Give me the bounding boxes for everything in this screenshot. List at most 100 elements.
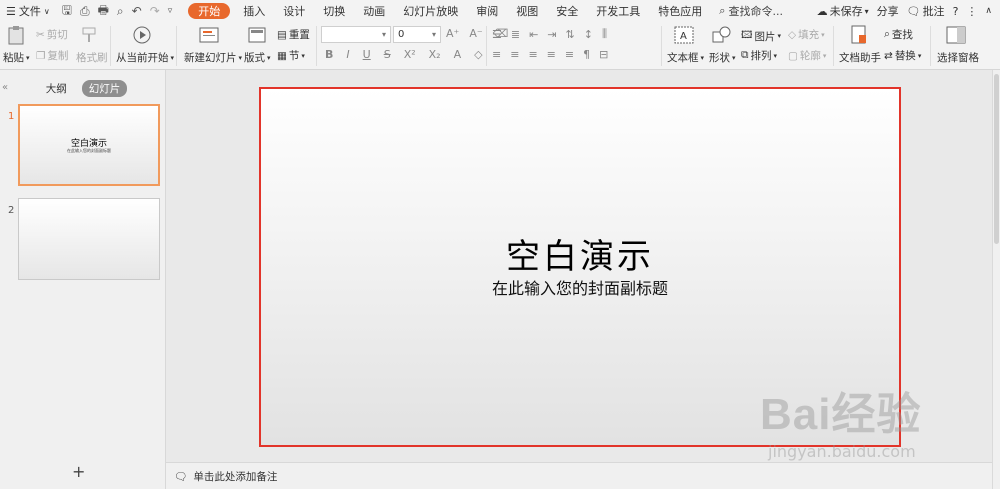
textbox-icon[interactable]: A xyxy=(673,24,695,46)
tab-home[interactable]: 开始 xyxy=(188,3,231,19)
tab-slideshow[interactable]: 幻灯片放映 xyxy=(394,0,467,22)
cut-button[interactable]: ✂ 剪切 xyxy=(36,27,68,42)
section-button[interactable]: ▦ 节 ▾ xyxy=(277,48,305,63)
command-search[interactable]: ⌕ 查找命令... xyxy=(719,3,783,19)
comment-button[interactable]: 🗨 批注 xyxy=(907,3,945,19)
bullets-icon[interactable]: ☰ xyxy=(492,28,502,41)
outline-button[interactable]: ▢ 轮廓 ▾ xyxy=(788,48,826,63)
decrease-font-icon[interactable]: A⁻ xyxy=(469,27,482,40)
doc-assistant-button[interactable]: 文档助手 xyxy=(839,50,881,65)
increase-font-icon[interactable]: A⁺ xyxy=(446,27,459,40)
panel-tabs: 大纲 幻灯片 xyxy=(0,80,166,97)
selection-pane-icon[interactable] xyxy=(945,24,967,46)
reset-button[interactable]: ▤ 重置 xyxy=(277,27,310,42)
align-left-icon[interactable]: ≡ xyxy=(492,48,501,61)
layout-icon[interactable] xyxy=(246,24,268,46)
distributed-icon[interactable]: ≡ xyxy=(565,48,574,61)
text-direction-icon[interactable]: ⇅ xyxy=(566,28,575,41)
strikethrough-icon[interactable]: S xyxy=(384,48,391,61)
superscript-icon[interactable]: X² xyxy=(404,48,416,61)
slide-subtitle[interactable]: 在此输入您的封面副标题 xyxy=(261,275,899,299)
paste-icon[interactable] xyxy=(5,24,27,46)
help-button[interactable]: ? xyxy=(953,5,959,18)
doc-assistant-icon[interactable] xyxy=(848,24,870,46)
slide-thumbnail[interactable] xyxy=(18,198,160,280)
preview-icon[interactable]: ⌕ xyxy=(117,4,124,19)
file-menu[interactable]: ☰ 文件 ∨ xyxy=(0,0,56,22)
layout-button[interactable]: 版式 ▾ xyxy=(244,50,271,65)
tab-special[interactable]: 特色应用 xyxy=(649,0,711,22)
subscript-icon[interactable]: X₂ xyxy=(429,48,441,61)
font-color-icon[interactable]: A xyxy=(454,48,462,61)
add-slide-button[interactable]: + xyxy=(72,462,85,481)
collapse-ribbon-icon[interactable]: ∧ xyxy=(985,6,992,16)
new-slide-icon[interactable] xyxy=(198,24,220,46)
cut-label: 剪切 xyxy=(46,29,68,41)
slide-number: 2 xyxy=(8,205,15,216)
more-options-icon[interactable]: ⋮ xyxy=(966,5,977,18)
highlight-icon[interactable]: ◇ xyxy=(474,48,482,61)
slide-thumbnail[interactable]: 空白演示 在此输入您的封面副标题 xyxy=(18,104,160,186)
tab-slides[interactable]: 幻灯片 xyxy=(81,80,128,97)
scrollbar-thumb[interactable] xyxy=(994,74,999,244)
tab-developer[interactable]: 开发工具 xyxy=(587,0,649,22)
play-icon[interactable] xyxy=(131,24,153,46)
tab-design[interactable]: 设计 xyxy=(274,0,314,22)
notes-bar[interactable]: 🗨 单击此处添加备注 xyxy=(166,462,992,489)
slide-canvas: 空白演示 在此输入您的封面副标题 xyxy=(166,70,992,462)
increase-indent-icon[interactable]: ⇥ xyxy=(547,28,556,41)
print-icon[interactable]: 🖶 xyxy=(98,1,109,22)
from-current-button[interactable]: 从当前开始 ▾ xyxy=(116,50,174,65)
redo-icon[interactable]: ↷ xyxy=(150,4,160,18)
replace-button[interactable]: ⇄ 替换 ▾ xyxy=(884,48,921,63)
shapes-button[interactable]: 形状 ▾ xyxy=(709,50,736,65)
unsaved-label: 未保存 xyxy=(829,5,863,18)
tab-transitions[interactable]: 切换 xyxy=(314,0,354,22)
shapes-icon[interactable] xyxy=(711,24,733,46)
align-right-icon[interactable]: ≡ xyxy=(528,48,537,61)
tab-insert[interactable]: 插入 xyxy=(234,0,274,22)
tab-outline[interactable]: 大纲 xyxy=(39,80,74,97)
numbering-icon[interactable]: ≣ xyxy=(511,28,520,41)
tab-animations[interactable]: 动画 xyxy=(354,0,394,22)
command-search-label: 查找命令... xyxy=(728,5,783,18)
underline-icon[interactable]: U xyxy=(363,48,371,61)
tab-view[interactable]: 视图 xyxy=(507,0,547,22)
decrease-indent-icon[interactable]: ⇤ xyxy=(529,28,538,41)
vertical-scrollbar[interactable] xyxy=(992,70,1000,489)
format-painter-icon[interactable] xyxy=(78,24,100,46)
line-spacing-icon[interactable]: ↕ xyxy=(584,28,593,41)
picture-button[interactable]: 🖾 图片 ▾ xyxy=(741,27,781,45)
tab-security[interactable]: 安全 xyxy=(547,0,587,22)
format-painter-label: 格式刷 xyxy=(76,52,108,64)
justify-icon[interactable]: ≡ xyxy=(547,48,556,61)
separator xyxy=(110,26,111,66)
align-text-icon[interactable]: ⊟ xyxy=(599,48,608,61)
arrange-button[interactable]: ⧉ 排列 ▾ xyxy=(741,48,777,63)
copy-button[interactable]: ❐ 复制 xyxy=(36,48,68,63)
font-size-select[interactable]: 0 ▾ xyxy=(393,26,441,43)
columns-icon[interactable]: ⫼ xyxy=(602,27,607,41)
share-button[interactable]: 分享 xyxy=(877,3,899,19)
find-label: 查找 xyxy=(891,29,913,41)
find-button[interactable]: ⌕ 查找 xyxy=(884,27,913,42)
paragraph-icon[interactable]: ¶ xyxy=(583,48,590,61)
textbox-button[interactable]: 文本框 ▾ xyxy=(667,50,704,65)
paste-button[interactable]: 粘贴 ▾ xyxy=(3,50,30,65)
selection-pane-button[interactable]: 选择窗格 xyxy=(937,50,979,65)
tab-review[interactable]: 审阅 xyxy=(467,0,507,22)
save-icon[interactable]: 🖫 xyxy=(62,1,72,22)
undo-icon[interactable]: ↶ xyxy=(132,4,142,18)
font-family-select[interactable]: ▾ xyxy=(321,26,391,43)
fill-button[interactable]: ◇ 填充 ▾ xyxy=(788,27,825,42)
print-preview-icon[interactable]: ⎙ xyxy=(80,4,90,19)
new-slide-button[interactable]: 新建幻灯片 ▾ xyxy=(184,50,242,65)
align-center-icon[interactable]: ≡ xyxy=(510,48,519,61)
bold-icon[interactable]: B xyxy=(325,48,333,61)
italic-icon[interactable]: I xyxy=(346,48,349,61)
format-painter-button[interactable]: 格式刷 xyxy=(76,50,108,65)
slide-title[interactable]: 空白演示 xyxy=(261,229,899,278)
customize-toolbar-icon[interactable]: ▿ xyxy=(168,6,173,16)
current-slide[interactable]: 空白演示 在此输入您的封面副标题 xyxy=(259,87,901,447)
unsaved-status[interactable]: ☁ 未保存 ▾ xyxy=(817,3,869,19)
